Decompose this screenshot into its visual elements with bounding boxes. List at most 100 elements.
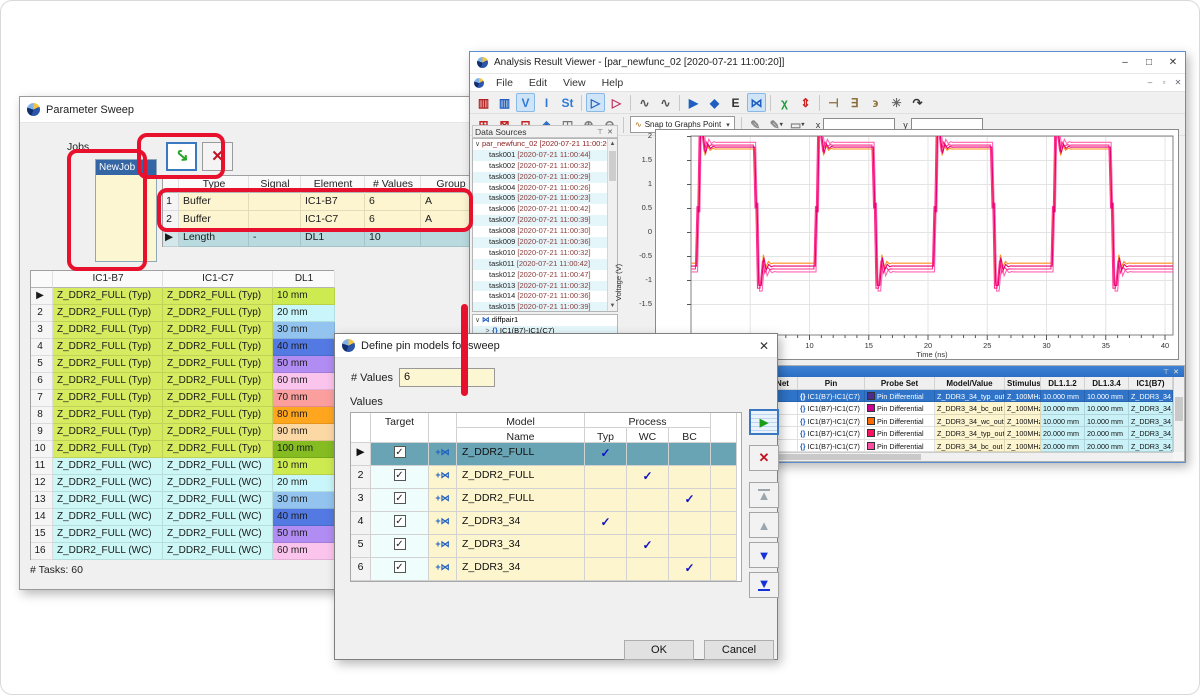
table-cell[interactable]: Z_100MHz [1005, 402, 1041, 414]
table-cell[interactable]: Z_DDR3_34_typ_out [935, 390, 1005, 402]
model-name-cell[interactable]: Z_DDR3_34 [457, 558, 585, 581]
table-cell[interactable]: 50 mm [273, 526, 335, 543]
menu-view[interactable]: View [555, 77, 594, 89]
measure-green-icon[interactable]: χ [775, 93, 794, 112]
axis-left-icon[interactable]: ⊣ [824, 93, 843, 112]
table-cell[interactable]: Pin Differential [865, 415, 935, 427]
table-cell[interactable]: Z_DDR2_FULL (Typ) [53, 322, 163, 339]
target-checkbox[interactable]: ✓ [394, 561, 406, 573]
mdi-restore-icon[interactable]: ▫ [1157, 78, 1171, 87]
marker-diamond-icon[interactable]: ◆ [705, 93, 724, 112]
move-bottom-button[interactable]: ▼ [749, 572, 779, 598]
run-sweep-button[interactable]: ↪ [166, 142, 197, 171]
dock-pin-icon[interactable]: ⊤ [595, 128, 605, 136]
voltage-icon[interactable]: V [516, 93, 535, 112]
delete-job-button[interactable]: ✕ [202, 142, 233, 171]
table-cell[interactable]: Z_DDR3_34_bc_out [1129, 440, 1173, 452]
target-checkbox[interactable]: ✓ [394, 446, 406, 458]
model-name-cell[interactable]: Z_DDR2_FULL [457, 443, 585, 466]
table-cell[interactable]: Pin Differential [865, 390, 935, 402]
table-cell[interactable]: Pin Differential [865, 440, 935, 452]
column-header[interactable]: Type [179, 176, 249, 193]
tree-task-item[interactable]: task003 [2020-07-21 11:00:29] [473, 172, 617, 183]
dialog-close-icon[interactable]: ✕ [751, 339, 777, 353]
table-cell[interactable]: Z_DDR2_FULL (Typ) [163, 339, 273, 356]
target-checkbox[interactable]: ✓ [394, 492, 406, 504]
table-cell[interactable]: 20.000 mm [1085, 440, 1129, 452]
table-cell[interactable]: IC1-C7 [301, 211, 365, 229]
table-cell[interactable]: Z_100MHz [1005, 440, 1041, 452]
column-header[interactable]: Element [301, 176, 365, 193]
table-cell[interactable]: Z_DDR3_34_typ_out [1129, 427, 1173, 439]
table-cell[interactable]: 10 mm [273, 458, 335, 475]
wc-cell[interactable]: ✓ [627, 535, 669, 558]
row-marker[interactable]: 3 [351, 489, 371, 512]
marker-e-icon[interactable]: E [726, 93, 745, 112]
target-cell[interactable]: ✓ [371, 443, 429, 466]
settings-gear-icon[interactable]: ✳ [887, 93, 906, 112]
probe-vscrollbar[interactable] [1173, 377, 1184, 452]
table-cell[interactable]: Z_DDR2_FULL (Typ) [163, 356, 273, 373]
marker-play-icon[interactable]: ▶ [684, 93, 703, 112]
column-header[interactable]: DL1 [273, 271, 335, 288]
table-cell[interactable]: 60 mm [273, 373, 335, 390]
cursor-curve-icon[interactable]: ∿ [635, 93, 654, 112]
table-cell[interactable]: 10.000 mm [1041, 415, 1085, 427]
table-cell[interactable]: {} IC1(B7)-IC1(C7) [798, 440, 865, 452]
typ-cell[interactable] [585, 489, 627, 512]
table-cell[interactable]: Pin Differential [865, 402, 935, 414]
table-cell[interactable]: Z_DDR2_FULL (Typ) [53, 407, 163, 424]
tree-task-item[interactable]: task006 [2020-07-21 11:00:42] [473, 204, 617, 215]
job-list-item[interactable]: NewJob [96, 160, 156, 175]
table-cell[interactable]: 30 mm [273, 322, 335, 339]
table-cell[interactable] [249, 193, 301, 211]
scroll-thumb[interactable] [1175, 397, 1183, 421]
measure-updown-icon[interactable]: ⇕ [796, 93, 815, 112]
table-cell[interactable]: 40 mm [273, 339, 335, 356]
table-cell[interactable]: {} IC1(B7)-IC1(C7) [798, 402, 865, 414]
wc-cell[interactable]: ✓ [627, 466, 669, 489]
table-cell[interactable]: Buffer [179, 211, 249, 229]
typ-cell[interactable]: ✓ [585, 512, 627, 535]
table-cell[interactable]: 40 mm [273, 509, 335, 526]
tree-task-item[interactable]: task002 [2020-07-21 11:00:32] [473, 161, 617, 172]
tree-collapse-icon[interactable]: ∨ [473, 316, 482, 326]
panel-close-icon[interactable]: ✕ [1171, 368, 1181, 376]
table-cell[interactable]: Z_100MHz [1005, 415, 1041, 427]
cancel-button[interactable]: Cancel [704, 640, 774, 660]
table-cell[interactable]: Z_DDR2_FULL (WC) [53, 526, 163, 543]
table-cell[interactable]: 10.000 mm [1041, 402, 1085, 414]
table-cell[interactable]: Z_DDR2_FULL (WC) [163, 458, 273, 475]
mdi-close-icon[interactable]: ✕ [1171, 78, 1185, 87]
wc-cell[interactable] [627, 512, 669, 535]
table-cell[interactable]: Z_DDR2_FULL (Typ) [53, 339, 163, 356]
table-cell[interactable]: 20.000 mm [1041, 427, 1085, 439]
tree-task-item[interactable]: task015 [2020-07-21 11:00:39] [473, 302, 617, 312]
table-cell[interactable]: Z_DDR2_FULL (WC) [163, 509, 273, 526]
table-cell[interactable]: Z_DDR2_FULL (Typ) [163, 322, 273, 339]
row-marker[interactable]: 5 [351, 535, 371, 558]
table-cell[interactable]: Z_DDR3_34_bc_out [935, 440, 1005, 452]
waveform-plot[interactable]: 510152025303540Time (ns) [655, 129, 1179, 360]
scroll-thumb[interactable] [609, 151, 616, 181]
row-marker[interactable]: 11 [31, 458, 53, 475]
tree-task-item[interactable]: task009 [2020-07-21 11:00:36] [473, 237, 617, 248]
table-cell[interactable]: Z_100MHz [1005, 427, 1041, 439]
lasso-icon[interactable]: ↷ [908, 93, 927, 112]
tree-task-item[interactable]: task008 [2020-07-21 11:00:30] [473, 226, 617, 237]
row-marker[interactable]: 7 [31, 390, 53, 407]
column-header[interactable] [163, 176, 179, 193]
table-cell[interactable]: Z_DDR2_FULL (WC) [53, 509, 163, 526]
bc-cell[interactable] [669, 443, 711, 466]
tree-task-item[interactable]: task004 [2020-07-21 11:00:26] [473, 183, 617, 194]
row-marker[interactable]: 2 [163, 211, 179, 229]
typ-cell[interactable] [585, 466, 627, 489]
bc-cell[interactable] [669, 466, 711, 489]
table-cell[interactable]: Z_DDR2_FULL (Typ) [53, 373, 163, 390]
tree-task-item[interactable]: task012 [2020-07-21 11:00:47] [473, 270, 617, 281]
table-cell[interactable]: Z_DDR2_FULL (Typ) [53, 356, 163, 373]
tree-task-item[interactable]: task007 [2020-07-21 11:00:39] [473, 215, 617, 226]
model-name-cell[interactable]: Z_DDR3_34 [457, 512, 585, 535]
target-checkbox[interactable]: ✓ [394, 469, 406, 481]
table-cell[interactable]: 100 mm [273, 441, 335, 458]
